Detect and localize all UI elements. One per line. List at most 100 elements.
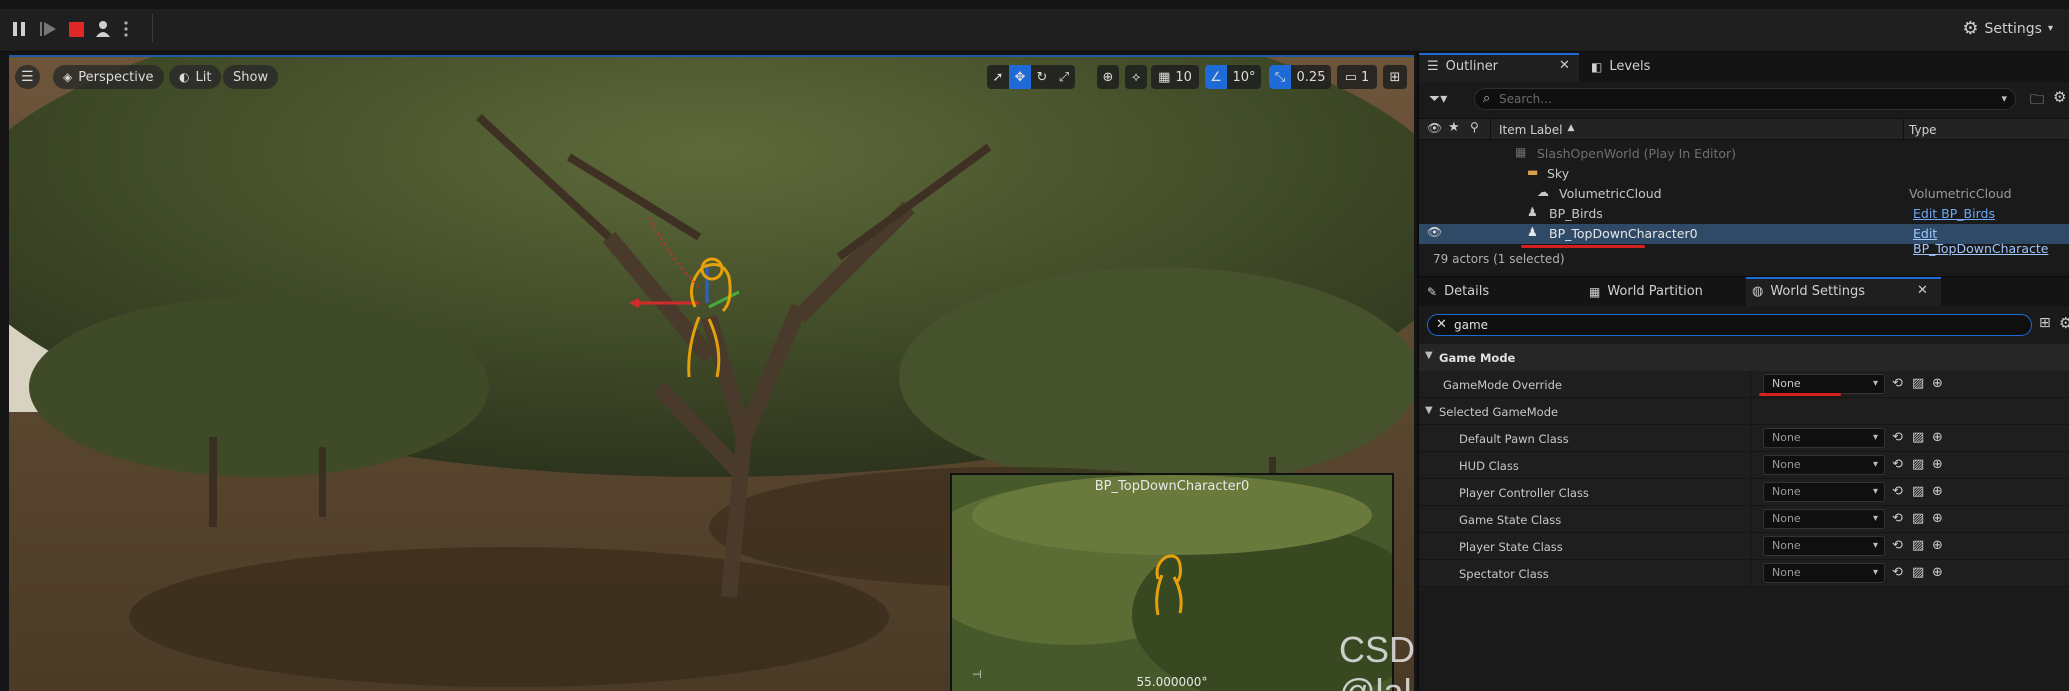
add-new-icon[interactable]: ⊕ (1932, 484, 1948, 500)
tab-world-settings[interactable]: ◍ World Settings (1752, 284, 1865, 299)
tab-outliner[interactable]: ☰ Outliner (1427, 59, 1498, 74)
browse-asset-icon[interactable]: ▨ (1912, 376, 1928, 392)
property-value: None (1772, 539, 1801, 552)
add-new-icon[interactable]: ⊕ (1932, 430, 1948, 446)
use-selected-icon[interactable]: ⟲ (1892, 430, 1908, 446)
property-combo[interactable]: None ▾ (1763, 428, 1885, 448)
use-selected-icon[interactable]: ⟲ (1892, 484, 1908, 500)
tab-details[interactable]: ✎ Details (1427, 284, 1489, 299)
favorite-star-icon[interactable]: ★ (1448, 120, 1460, 135)
outliner-row-bp-topdowncharacter0[interactable]: 👁 ♟ BP_TopDownCharacter0 Edit BP_TopDown… (1419, 224, 2069, 256)
browse-asset-icon[interactable]: ▨ (1912, 430, 1928, 446)
gamemode-override-combo[interactable]: None ▾ (1763, 374, 1885, 394)
clear-search-icon[interactable]: ✕ (1436, 317, 1447, 332)
world-local-toggle[interactable]: ⊕ (1097, 65, 1119, 89)
use-selected-icon[interactable]: ⟲ (1892, 511, 1908, 527)
eject-possess-button[interactable] (92, 17, 114, 41)
visibility-column-eye-icon[interactable]: 👁 (1427, 121, 1442, 135)
outliner-search-input[interactable]: ⌕ Search... ▾ (1474, 88, 2016, 110)
surface-snap-toggle[interactable]: ⟡ (1125, 65, 1147, 89)
property-value: None (1772, 566, 1801, 579)
property-combo[interactable]: None ▾ (1763, 536, 1885, 556)
lit-mode-button[interactable]: ◐ Lit (169, 65, 222, 89)
camera-speed-button[interactable]: ▭ 1 (1337, 65, 1377, 89)
use-selected-icon[interactable]: ⟲ (1892, 457, 1908, 473)
details-search-input[interactable]: ✕ game (1427, 314, 2032, 336)
scale-snap-toggle[interactable]: ⤡ (1269, 65, 1291, 89)
camera-preview-title: BP_TopDownCharacter0 (1094, 479, 1250, 494)
grid-icon: ▦ (1158, 69, 1171, 85)
add-new-icon[interactable]: ⊕ (1932, 565, 1948, 581)
column-item-label[interactable]: Item Label ▲ (1499, 123, 1574, 137)
add-folder-icon[interactable]: 🗀 (2030, 89, 2044, 113)
rotate-mode-button[interactable]: ↻ (1031, 65, 1053, 89)
pause-button[interactable] (8, 17, 30, 41)
camera-preview-render (952, 475, 1392, 691)
play-options-button[interactable] (120, 17, 132, 41)
outliner-row-world[interactable]: ▦ SlashOpenWorld (Play In Editor) (1419, 144, 2069, 164)
chevron-down-icon: ▾ (1872, 513, 1878, 524)
select-mode-button[interactable]: ➚ (987, 65, 1009, 89)
pin-icon[interactable]: ⊣ (972, 668, 982, 681)
tab-world-partition[interactable]: ▦ World Partition (1589, 284, 1703, 299)
game-mode-section-header[interactable]: ▼ Game Mode (1419, 344, 2069, 371)
viewport-options-button[interactable]: ☰ (15, 65, 40, 89)
scale-mode-button[interactable]: ⤢ (1053, 65, 1075, 89)
grid-snap-button[interactable]: ▦ 10 (1151, 65, 1199, 89)
settings-button[interactable]: ⚙ Settings ▾ (1962, 18, 2053, 39)
visibility-eye-icon[interactable]: 👁 (1427, 225, 1442, 239)
browse-asset-icon[interactable]: ▨ (1912, 484, 1928, 500)
selected-gamemode-row[interactable]: ▼ Selected GameMode (1419, 398, 2069, 425)
rotation-snap-toggle[interactable]: ∠ (1205, 65, 1227, 89)
property-combo[interactable]: None ▾ (1763, 455, 1885, 475)
browse-asset-icon[interactable]: ▨ (1912, 457, 1928, 473)
use-selected-icon[interactable]: ⟲ (1892, 538, 1908, 554)
level-viewport[interactable]: ☰ ◈ Perspective ◐ Lit Show ➚ ✥ ↻ ⤢ ⊕ ⟡ ▦… (9, 55, 1414, 691)
property-combo[interactable]: None ▾ (1763, 509, 1885, 529)
perspective-button[interactable]: ◈ Perspective (53, 65, 164, 89)
add-new-icon[interactable]: ⊕ (1932, 376, 1948, 392)
scale-snap-value-button[interactable]: 0.25 (1291, 65, 1331, 89)
value-column-divider (1750, 425, 1751, 452)
browse-asset-icon[interactable]: ▨ (1912, 565, 1928, 581)
add-new-icon[interactable]: ⊕ (1932, 511, 1948, 527)
chevron-down-icon: ▾ (2001, 92, 2007, 105)
tab-world-settings-close-icon[interactable]: ✕ (1917, 283, 1928, 298)
browse-asset-icon[interactable]: ▨ (1912, 511, 1928, 527)
show-button[interactable]: Show (223, 65, 279, 89)
property-combo[interactable]: None ▾ (1763, 482, 1885, 502)
gamemode-override-label: GameMode Override (1443, 378, 1562, 392)
add-new-icon[interactable]: ⊕ (1932, 538, 1948, 554)
filter-icon[interactable]: ⏷▾ (1429, 91, 1447, 107)
outliner-row-sky-folder[interactable]: ▬ Sky (1419, 164, 2069, 184)
pawn-icon: ♟ (1527, 225, 1538, 239)
translate-mode-button[interactable]: ✥ (1009, 65, 1031, 89)
tab-outliner-close-icon[interactable]: ✕ (1559, 58, 1570, 73)
scale-snap-value: 0.25 (1296, 69, 1326, 85)
cloud-icon: ☁ (1537, 185, 1549, 199)
property-combo[interactable]: None ▾ (1763, 563, 1885, 583)
add-new-icon[interactable]: ⊕ (1932, 457, 1948, 473)
outliner-settings-gear-icon[interactable]: ⚙ (2053, 88, 2066, 106)
column-type[interactable]: Type (1909, 123, 1937, 137)
property-label: Default Pawn Class (1459, 432, 1569, 446)
pin-column-icon[interactable]: ⚲ (1470, 120, 1479, 134)
use-selected-icon[interactable]: ⟲ (1892, 376, 1908, 392)
details-search-value: game (1454, 318, 1489, 332)
chevron-down-icon: ▾ (1872, 432, 1878, 443)
value-column-divider (1750, 371, 1751, 398)
outliner-row-bp-birds[interactable]: ♟ BP_Birds Edit BP_Birds (1419, 204, 2069, 224)
rotation-snap-value-button[interactable]: 10° (1227, 65, 1261, 89)
layout-button[interactable]: ⊞ (1383, 65, 1407, 89)
world-icon: ▦ (1515, 145, 1527, 159)
edit-blueprint-link[interactable]: Edit BP_TopDownCharacte (1913, 226, 2069, 256)
outliner-row-volumetriccloud[interactable]: ☁ VolumetricCloud VolumetricCloud (1419, 184, 2069, 204)
edit-blueprint-link[interactable]: Edit BP_Birds (1913, 206, 1995, 221)
tab-levels[interactable]: ◧ Levels (1591, 59, 1650, 74)
use-selected-icon[interactable]: ⟲ (1892, 565, 1908, 581)
details-settings-gear-icon[interactable]: ⚙ (2059, 314, 2069, 332)
stop-button[interactable] (66, 17, 86, 41)
property-matrix-icon[interactable]: ⊞ (2039, 315, 2051, 331)
frame-skip-button[interactable] (36, 17, 60, 41)
browse-asset-icon[interactable]: ▨ (1912, 538, 1928, 554)
